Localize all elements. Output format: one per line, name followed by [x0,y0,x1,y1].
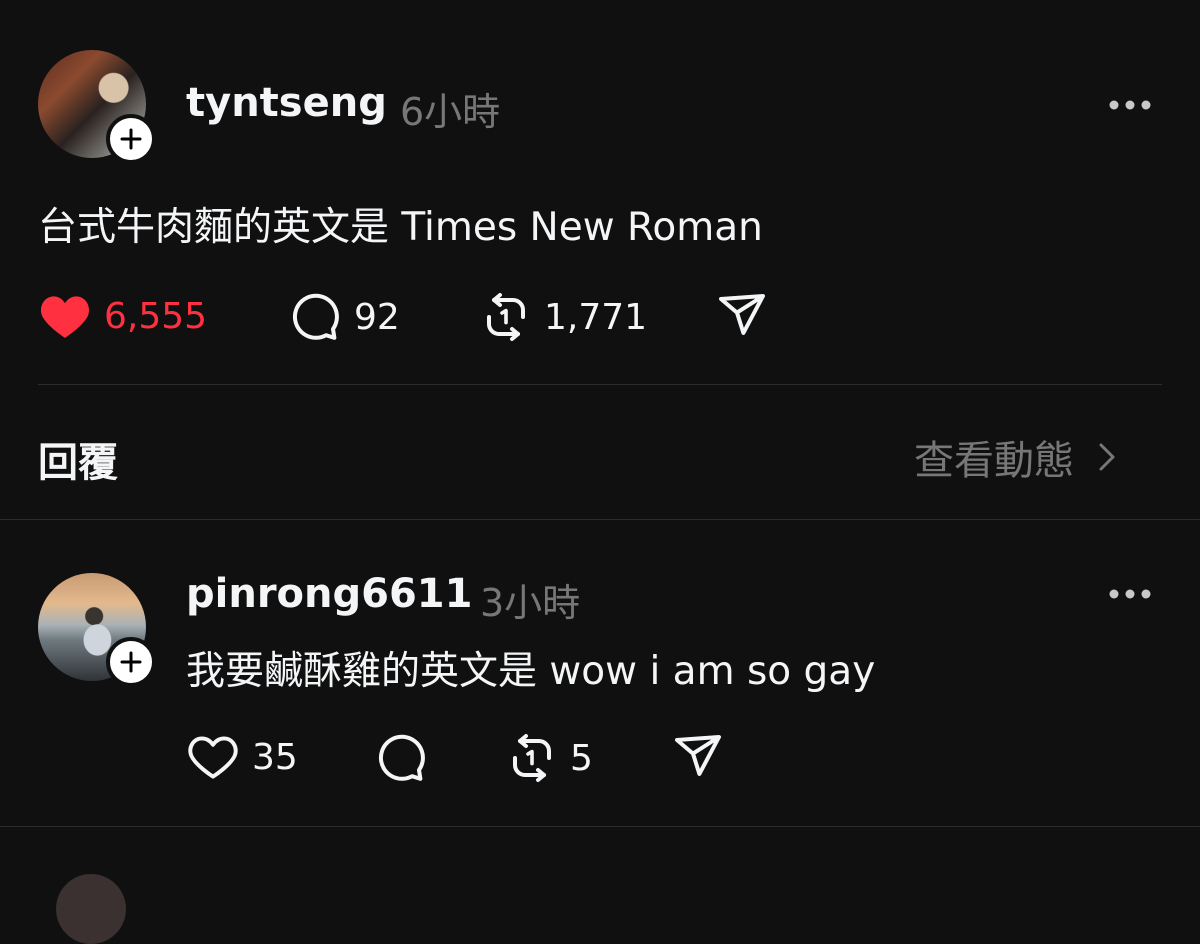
post-time: 6小時 [400,90,501,134]
more-button[interactable] [1108,97,1152,116]
view-activity-label: 查看動態 [914,438,1074,484]
like-button[interactable]: 35 [186,733,298,781]
replies-heading: 回覆 [38,440,118,486]
comment-button[interactable]: 92 [290,292,400,342]
repost-count: 1,771 [544,296,648,338]
reply-time: 3小時 [480,581,581,625]
username[interactable]: tyntseng [186,80,387,126]
like-count: 6,555 [104,295,208,337]
repost-button[interactable]: 1,771 [480,292,647,342]
chevron-right-icon [1099,443,1115,471]
plus-icon [120,128,142,150]
heart-icon [40,296,90,338]
heart-icon [188,736,238,779]
share-button[interactable] [716,292,768,340]
divider [0,519,1200,520]
share-icon [719,294,765,335]
like-button[interactable]: 6,555 [38,292,207,340]
like-count: 35 [252,736,298,778]
view-activity-link[interactable]: 查看動態 [914,428,1122,486]
comment-count: 92 [354,296,400,338]
more-icon [1109,100,1151,110]
post-text: 台式牛肉麵的英文是 Times New Roman [38,205,763,250]
reply-username[interactable]: pinrong6611 [186,571,472,617]
divider [0,826,1200,827]
comment-icon [292,293,339,340]
comment-icon [378,734,425,781]
repost-icon [487,293,525,341]
comment-button[interactable] [376,733,440,783]
repost-button[interactable]: 5 [506,733,593,783]
repost-icon [513,734,551,782]
plus-icon [120,651,142,673]
follow-button[interactable] [106,637,156,687]
reply-text: 我要鹹酥雞的英文是 wow i am so gay [186,649,876,694]
more-icon [1109,589,1151,599]
share-icon [675,735,721,776]
divider [38,384,1162,385]
follow-button[interactable] [106,114,156,164]
more-button[interactable] [1108,586,1152,605]
share-button[interactable] [672,733,724,781]
repost-count: 5 [570,737,593,779]
